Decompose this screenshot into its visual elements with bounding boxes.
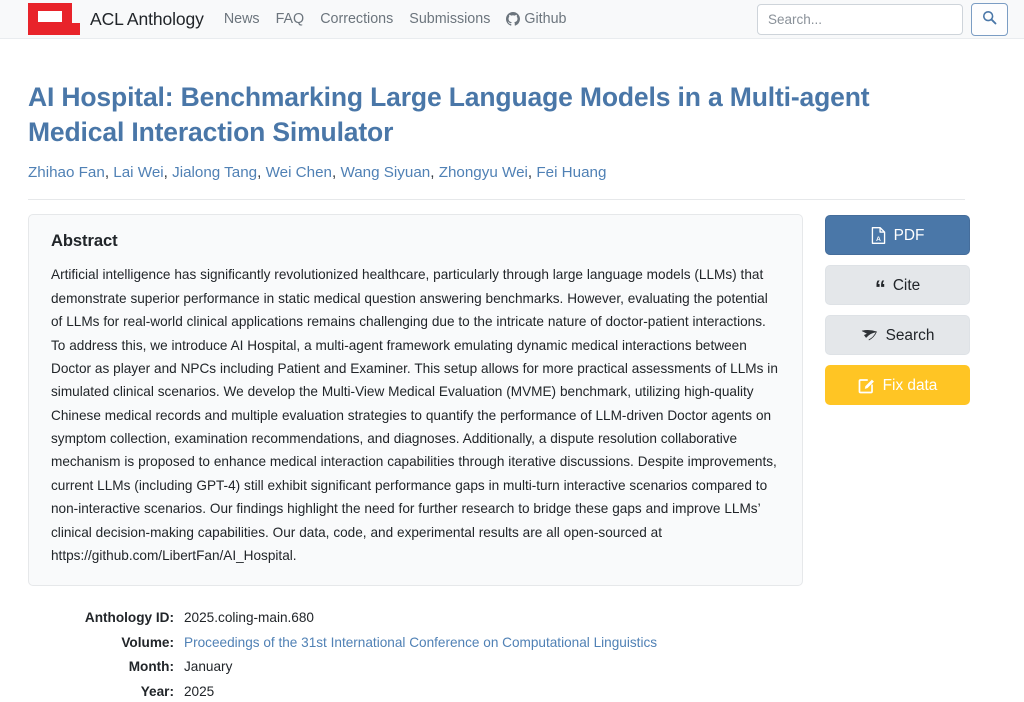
svg-text:A: A <box>876 236 881 243</box>
author-link[interactable]: Zhihao Fan <box>28 164 105 181</box>
acl-logo-icon[interactable] <box>28 3 80 35</box>
author-link[interactable]: Wei Chen <box>266 164 332 181</box>
paper-metadata: Anthology ID: 2025.coling-main.680 Volum… <box>28 608 888 702</box>
metadata-value-anthology-id: 2025.coling-main.680 <box>184 610 314 626</box>
header-search-area <box>757 2 1008 36</box>
metadata-value-month: January <box>184 659 233 675</box>
semantic-scholar-icon <box>861 328 878 343</box>
search-icon <box>982 10 997 28</box>
content-row: Abstract Artificial intelligence has sig… <box>28 214 996 587</box>
pen-square-icon <box>858 377 875 394</box>
primary-nav: News FAQ Corrections Submissions Github <box>224 12 567 27</box>
nav-link-corrections[interactable]: Corrections <box>320 12 393 27</box>
pdf-button[interactable]: A PDF <box>825 215 970 256</box>
author-link[interactable]: Lai Wei <box>113 164 163 181</box>
header-divider <box>28 199 965 201</box>
author-list: Zhihao Fan, Lai Wei, Jialong Tang, Wei C… <box>28 163 996 184</box>
author-separator: , <box>163 163 173 181</box>
semantic-scholar-search-button[interactable]: Search <box>825 315 970 356</box>
author-link[interactable]: Fei Huang <box>536 164 606 181</box>
fix-data-button-label: Fix data <box>882 376 938 394</box>
abstract-card: Abstract Artificial intelligence has sig… <box>28 214 803 587</box>
search-input[interactable] <box>757 3 963 35</box>
author-link[interactable]: Wang Siyuan <box>340 164 430 181</box>
author-link[interactable]: Zhongyu Wei <box>439 164 528 181</box>
abstract-heading: Abstract <box>51 231 118 251</box>
paper-page: AI Hospital: Benchmarking Large Language… <box>0 39 1024 702</box>
search-button-label: Search <box>885 326 935 344</box>
metadata-value-volume[interactable]: Proceedings of the 31st International Co… <box>184 633 888 653</box>
author-link[interactable]: Jialong Tang <box>172 164 257 181</box>
action-button-group: A PDF “ Cite Search Fix data <box>825 214 970 406</box>
brand-title: ACL Anthology <box>90 8 204 29</box>
page-title: AI Hospital: Benchmarking Large Language… <box>28 82 870 147</box>
author-separator: , <box>257 163 266 181</box>
nav-link-github-label: Github <box>524 10 567 27</box>
nav-link-faq[interactable]: FAQ <box>276 12 305 27</box>
abstract-text: Artificial intelligence has significantl… <box>51 267 778 563</box>
file-pdf-icon: A <box>871 227 886 244</box>
pdf-button-label: PDF <box>893 226 925 244</box>
nav-link-submissions[interactable]: Submissions <box>409 12 490 27</box>
cite-button-label: Cite <box>892 276 921 294</box>
metadata-key-month: Month: <box>128 659 174 675</box>
metadata-value-year: 2025 <box>184 683 215 699</box>
author-separator: , <box>430 163 439 181</box>
author-separator: , <box>104 163 114 181</box>
cite-button[interactable]: “ Cite <box>825 265 970 306</box>
brand-group[interactable]: ACL Anthology <box>28 3 204 35</box>
metadata-key-volume: Volume: <box>121 634 174 650</box>
metadata-key-anthology-id: Anthology ID: <box>84 610 174 626</box>
metadata-key-year: Year: <box>140 683 174 699</box>
github-icon <box>506 11 521 26</box>
quote-left-icon: “ <box>874 275 886 301</box>
search-submit-button[interactable] <box>971 2 1008 36</box>
site-header: ACL Anthology News FAQ Corrections Submi… <box>0 0 1024 39</box>
nav-link-news[interactable]: News <box>224 12 260 27</box>
nav-link-github[interactable]: Github <box>506 12 566 26</box>
fix-data-button[interactable]: Fix data <box>825 365 970 406</box>
